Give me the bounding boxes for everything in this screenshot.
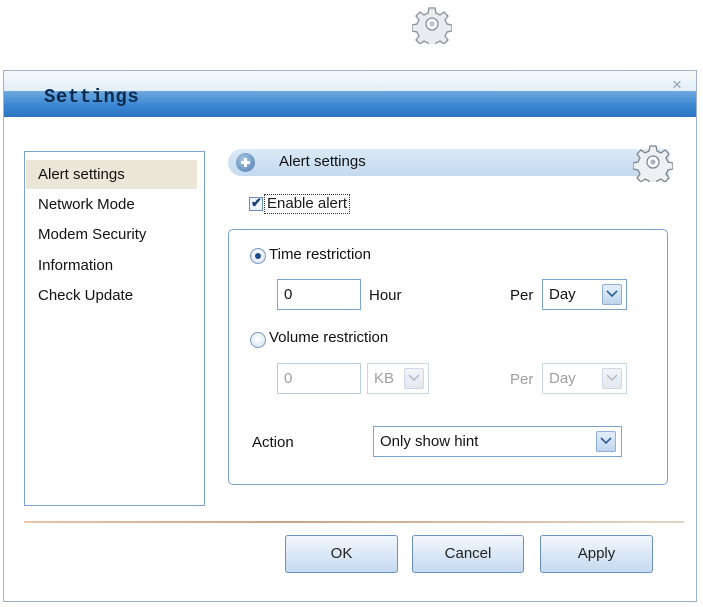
action-label: Action (252, 434, 294, 451)
volume-unit-value: KB (374, 370, 395, 387)
time-per-label: Per (510, 287, 534, 304)
chevron-down-icon[interactable] (404, 368, 424, 389)
gear-icon (633, 145, 673, 182)
settings-nav: Alert settings Network Mode Modem Securi… (24, 151, 205, 506)
apply-button[interactable]: Apply (540, 535, 653, 573)
chevron-down-icon[interactable] (602, 284, 622, 305)
chevron-down-icon[interactable] (596, 431, 616, 452)
checkmark-icon: ✔ (251, 195, 262, 210)
nav-item-information[interactable]: Information (26, 251, 197, 280)
footer-divider (24, 521, 684, 523)
chevron-down-icon[interactable] (602, 368, 622, 389)
enable-alert-label[interactable]: Enable alert (264, 194, 351, 214)
gear-icon (412, 7, 452, 44)
volume-unit-select[interactable]: KB (367, 363, 429, 394)
plus-circle-icon (236, 153, 255, 172)
nav-item-check-update[interactable]: Check Update (26, 281, 197, 310)
ok-button[interactable]: OK (285, 535, 398, 573)
hour-unit-label: Hour (369, 287, 402, 304)
time-period-select[interactable]: Day (542, 279, 627, 310)
cancel-button[interactable]: Cancel (412, 535, 524, 573)
volume-period-select[interactable]: Day (542, 363, 627, 394)
volume-restriction-label[interactable]: Volume restriction (269, 329, 388, 346)
volume-value-input[interactable]: 0 (277, 363, 361, 394)
time-value-input[interactable]: 0 (277, 279, 361, 310)
nav-item-alert-settings[interactable]: Alert settings (26, 160, 197, 189)
time-restriction-radio[interactable] (250, 248, 266, 264)
nav-item-modem-security[interactable]: Modem Security (26, 220, 197, 249)
time-period-value: Day (549, 286, 576, 303)
nav-item-network-mode[interactable]: Network Mode (26, 190, 197, 219)
volume-per-label: Per (510, 371, 534, 388)
time-restriction-label[interactable]: Time restriction (269, 246, 371, 263)
action-select[interactable]: Only show hint (373, 426, 622, 457)
window-title: Settings (44, 86, 140, 108)
close-button[interactable]: × (668, 76, 686, 94)
action-value: Only show hint (380, 433, 479, 450)
section-title: Alert settings (279, 153, 366, 170)
volume-period-value: Day (549, 370, 576, 387)
enable-alert-checkbox[interactable]: ✔ (249, 195, 263, 211)
volume-restriction-radio[interactable] (250, 332, 266, 348)
